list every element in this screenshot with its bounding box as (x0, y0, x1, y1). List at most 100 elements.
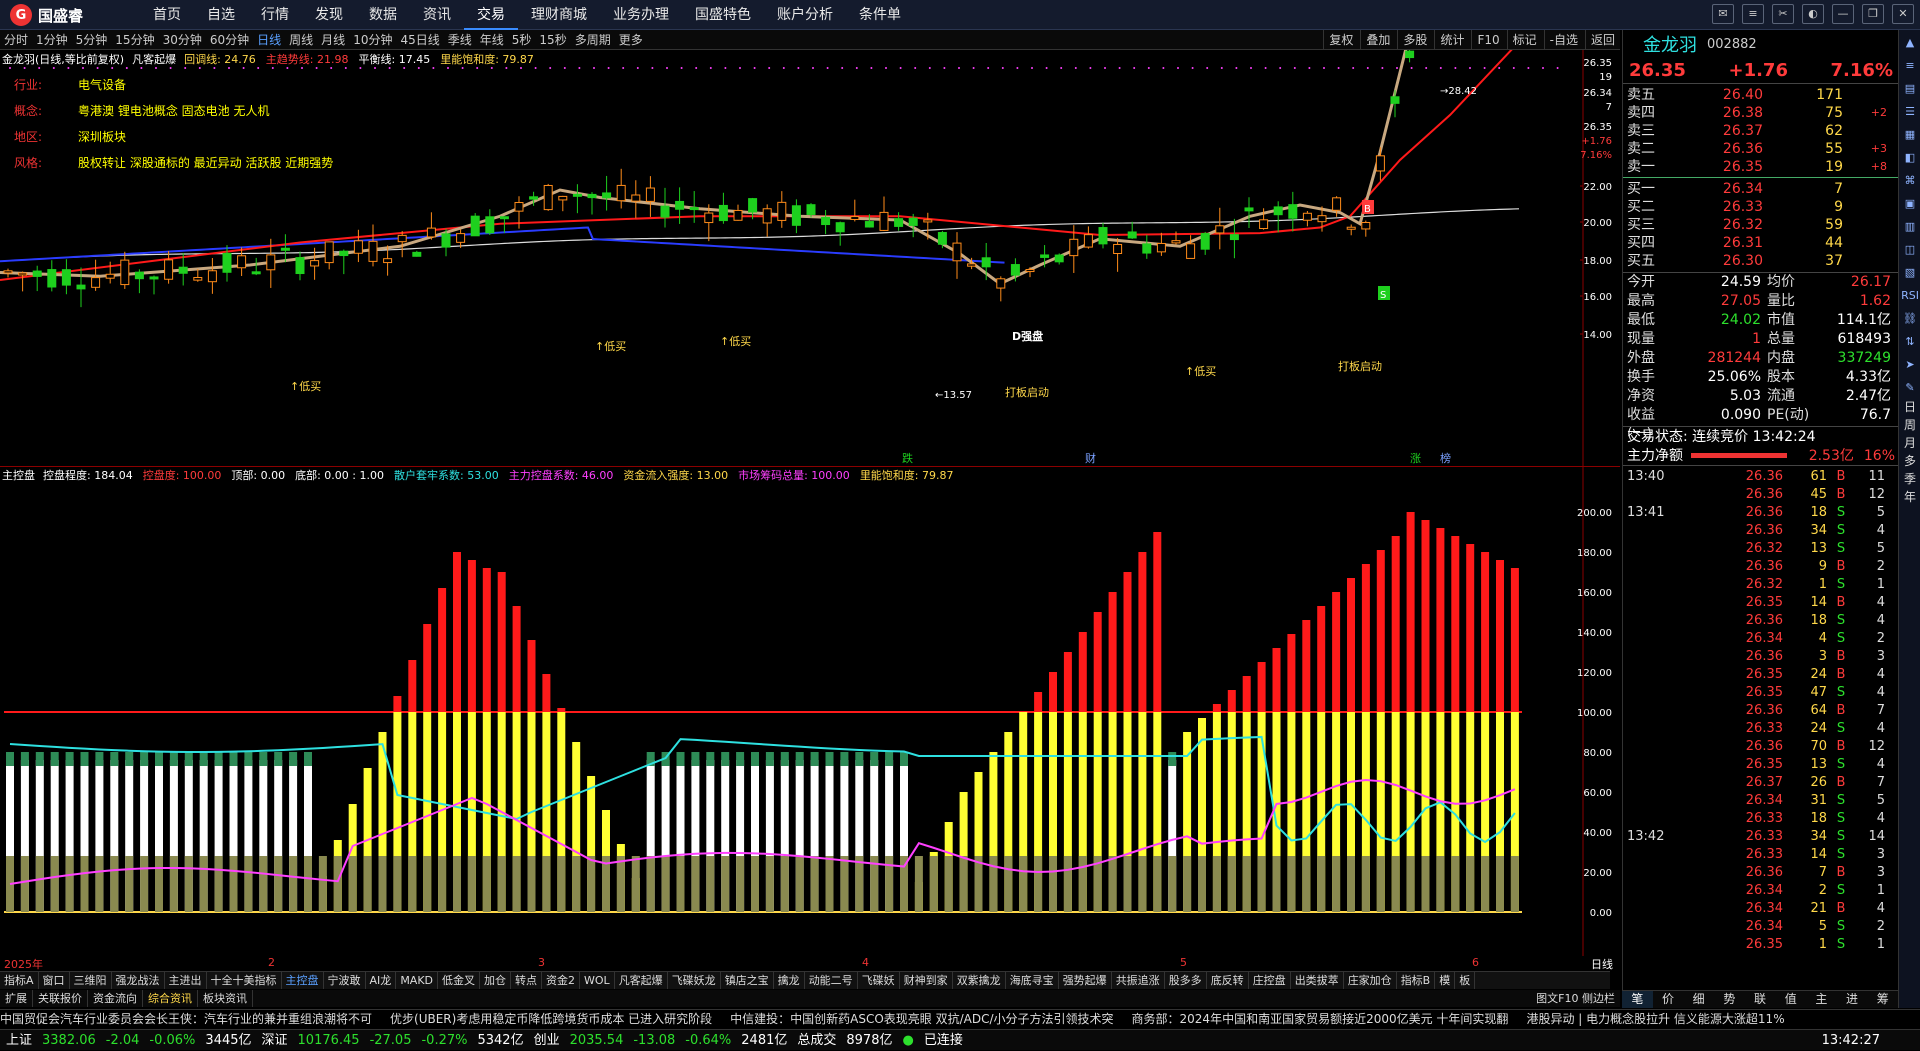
menu-item-0[interactable]: 首页 (140, 0, 194, 30)
menu-item-8[interactable]: 业务办理 (600, 0, 682, 30)
tools-icon[interactable]: ✂ (1772, 4, 1794, 24)
order-price[interactable]: 26.37 (1683, 122, 1763, 140)
cy-index-label[interactable]: 创业 (534, 1030, 560, 1051)
tick-list[interactable]: 13:40 26.36 61 B 11 26.36 45 B 12 13:41 26.36 18 S 5 2… (1623, 468, 1899, 954)
indicator-tab[interactable]: 窗口 (39, 972, 70, 989)
news-item[interactable]: 优步(UBER)考虑用稳定币降低跨境货币成本 已进入研究阶段 (390, 1012, 712, 1026)
order-price[interactable]: 26.35 (1683, 158, 1763, 176)
menu-item-4[interactable]: 数据 (356, 0, 410, 30)
chart-indicator-name[interactable]: 凡客起爆 (132, 51, 176, 68)
rsi-icon[interactable]: ▤ (1900, 79, 1920, 99)
indicator-name[interactable]: 主控盘 (2, 467, 35, 483)
indicator-tab[interactable]: 共振追涨 (1112, 972, 1165, 989)
menu-icon[interactable]: ☰ (1900, 102, 1920, 122)
menu-item-2[interactable]: 行情 (248, 0, 302, 30)
pointer-icon[interactable]: ➤ (1900, 355, 1920, 375)
chart-tool-3[interactable]: 统计 (1434, 30, 1469, 50)
quote-tab[interactable]: 细 (1683, 991, 1714, 1008)
period-16[interactable]: 更多 (615, 31, 647, 48)
period-7[interactable]: 周线 (285, 31, 317, 48)
indicator-tab[interactable]: 飞碟妖龙 (668, 972, 721, 989)
period-6[interactable]: 日线 (253, 31, 285, 48)
quote-tab[interactable]: 进 (1837, 991, 1868, 1008)
menu-item-1[interactable]: 自选 (194, 0, 248, 30)
order-price[interactable]: 26.38 (1683, 104, 1763, 122)
sidebar-period[interactable]: 季 (1900, 470, 1920, 488)
f10-sidebar-toggle[interactable]: 图文F10 侧边栏 (1531, 990, 1620, 1007)
quote-tab[interactable]: 筹 (1867, 991, 1898, 1008)
indicator-tab[interactable]: 指标B (1397, 972, 1436, 989)
menu-item-7[interactable]: 理财商城 (518, 0, 600, 30)
indicator-tab[interactable]: 双紫擒龙 (953, 972, 1006, 989)
chart-tool-1[interactable]: 叠加 (1360, 30, 1395, 50)
pen-icon[interactable]: ◫ (1900, 240, 1920, 260)
news-item[interactable]: 中信建投：中国创新药ASCO表现亮眼 双抗/ADC/小分子方法引领技术突 (730, 1012, 1113, 1026)
period-3[interactable]: 15分钟 (111, 31, 158, 48)
chart-tool-6[interactable]: -自选 (1543, 30, 1583, 50)
restore-icon[interactable]: ❐ (1862, 4, 1884, 24)
indicator-tab[interactable]: 三维阳 (70, 972, 112, 989)
indicator-tab[interactable]: WOL (580, 972, 615, 989)
chart-tool-5[interactable]: 标记 (1506, 30, 1542, 50)
chart-tool-2[interactable]: 多股 (1397, 30, 1432, 50)
indicator-tab[interactable]: 庄家加仓 (1344, 972, 1397, 989)
period-13[interactable]: 5秒 (508, 31, 536, 48)
period-9[interactable]: 10分钟 (349, 31, 396, 48)
quote-tab[interactable]: 势 (1714, 991, 1745, 1008)
indicator-tab[interactable]: MAKD (396, 972, 439, 989)
quote-tab[interactable]: 联 (1745, 991, 1776, 1008)
order-price[interactable]: 26.31 (1683, 234, 1763, 252)
chart-tool-4[interactable]: F10 (1471, 30, 1504, 50)
sidebar-period[interactable]: 日 (1900, 398, 1920, 416)
indicator-tab[interactable]: 擒龙 (774, 972, 805, 989)
indicator-tab[interactable]: 财神到家 (900, 972, 953, 989)
sidebar-period[interactable]: 多 (1900, 452, 1920, 470)
indicator-tab[interactable]: 主进出 (165, 972, 207, 989)
rsi2-icon[interactable]: RSI (1900, 286, 1920, 306)
indicator-tab[interactable]: 转点 (511, 972, 543, 989)
grid-icon[interactable]: ▦ (1900, 125, 1920, 145)
news-item[interactable]: 中国贸促会汽车行业委员会会长王侠：汽车行业的兼并重组浪潮将不可 (0, 1012, 372, 1026)
menu-item-9[interactable]: 国盛特色 (682, 0, 764, 30)
info-tab[interactable]: 扩展 (0, 990, 33, 1007)
info-tab[interactable]: 关联报价 (33, 990, 88, 1007)
quote-tab[interactable]: 价 (1653, 991, 1684, 1008)
indicator-tab[interactable]: 强势起爆 (1059, 972, 1112, 989)
indicator-tab[interactable]: 镇店之宝 (721, 972, 774, 989)
news-item[interactable]: 商务部：2024年中国和南亚国家贸易额接近2000亿美元 十年间实现翻 (1132, 1012, 1509, 1026)
period-8[interactable]: 月线 (317, 31, 349, 48)
vol-icon[interactable]: ▧ (1900, 263, 1920, 283)
news-item[interactable]: 港股异动 | 电力概念股拉升 信义能源大涨超11% (1526, 1012, 1784, 1026)
order-price[interactable]: 26.34 (1683, 180, 1763, 198)
order-price[interactable]: 26.30 (1683, 252, 1763, 270)
link-icon[interactable]: ⛓ (1900, 309, 1920, 329)
sh-index-label[interactable]: 上证 (6, 1030, 32, 1051)
indicator-tab[interactable]: 宁波敢 (324, 972, 366, 989)
indicator-tab[interactable]: 强龙战法 (112, 972, 165, 989)
quote-tab[interactable]: 笔 (1622, 991, 1653, 1008)
period-4[interactable]: 30分钟 (159, 31, 206, 48)
indicator-tab[interactable]: 海底寻宝 (1006, 972, 1059, 989)
quote-tab[interactable]: 主 (1806, 991, 1837, 1008)
indicator-tab[interactable]: 十全十美指标 (207, 972, 282, 989)
edit-icon[interactable]: ✎ (1900, 378, 1920, 398)
menu-item-11[interactable]: 条件单 (846, 0, 914, 30)
indicator-tab[interactable]: 飞碟妖 (858, 972, 900, 989)
period-1[interactable]: 1分钟 (32, 31, 72, 48)
indicator-tab[interactable]: 凡客起爆 (615, 972, 668, 989)
sidebar-period[interactable]: 年 (1900, 488, 1920, 506)
news-ticker[interactable]: 中国贸促会汽车行业委员会会长王侠：汽车行业的兼并重组浪潮将不可 优步(UBER)考… (0, 1009, 1920, 1028)
chart-tool-7[interactable]: 返回 (1584, 30, 1620, 50)
list-icon[interactable]: ≡ (1742, 4, 1764, 24)
menu-item-6[interactable]: 交易 (464, 0, 518, 30)
order-price[interactable]: 26.33 (1683, 198, 1763, 216)
menu-item-10[interactable]: 账户分析 (764, 0, 846, 30)
indicator-tab[interactable]: 模 (1435, 972, 1456, 989)
indicator-tab[interactable]: 底反转 (1207, 972, 1249, 989)
indicator-tab[interactable]: AI龙 (366, 972, 397, 989)
close-icon[interactable]: ✕ (1892, 4, 1914, 24)
indicator-tab[interactable]: 股多多 (1165, 972, 1207, 989)
indicator-tab[interactable]: 板 (1455, 972, 1476, 989)
quote-tab[interactable]: 值 (1775, 991, 1806, 1008)
indicator-chart[interactable]: 200.00 180.00 160.00 140.00 120.00 100.00 80.0… (0, 466, 1620, 956)
